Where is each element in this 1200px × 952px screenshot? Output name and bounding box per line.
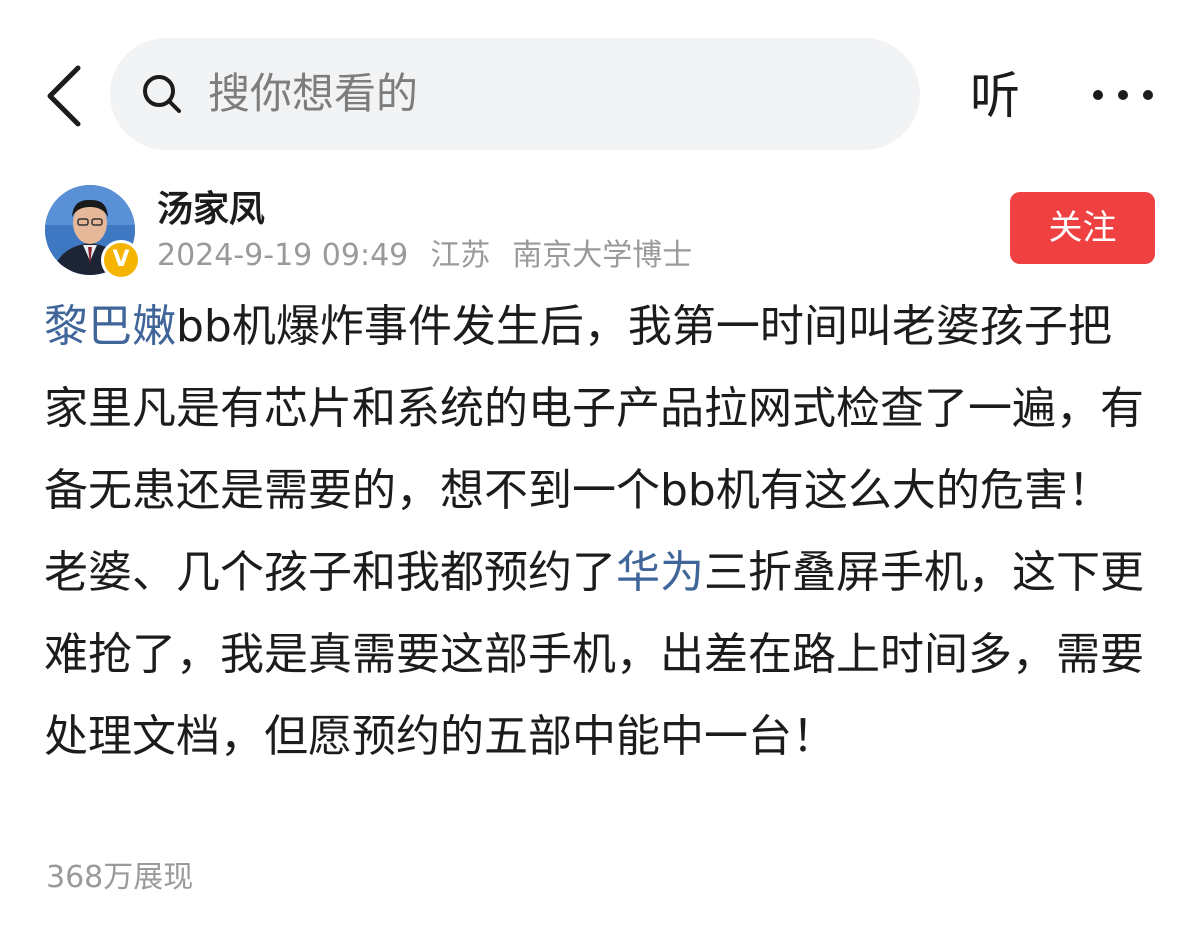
post-body: 黎巴嫩bb机爆炸事件发生后，我第一时间叫老婆孩子把家里凡是有芯片和系统的电子产品… <box>44 286 1154 778</box>
chevron-left-icon <box>47 65 81 127</box>
author-meta: 2024-9-19 09:49 江苏 南京大学博士 <box>157 236 714 276</box>
author-name[interactable]: 汤家凤 <box>157 188 265 232</box>
view-count: 368万展现 <box>46 860 194 895</box>
back-button[interactable] <box>38 58 94 134</box>
top-bar: 搜你想看的 听 <box>0 0 1200 180</box>
listen-button[interactable]: 听 <box>970 64 1020 128</box>
post-paragraph-2: 老婆、几个孩子和我都预约了华为三折叠屏手机，这下更难抢了，我是真需要这部手机，出… <box>44 532 1154 778</box>
post-date: 2024-9-19 09:49 <box>157 238 409 273</box>
more-icon <box>1093 90 1153 100</box>
author-location: 江苏 <box>430 238 491 273</box>
author-header: V 汤家凤 2024-9-19 09:49 江苏 南京大学博士 关注 <box>0 180 1200 280</box>
post-text-2a: 老婆、几个孩子和我都预约了 <box>44 547 616 598</box>
follow-button[interactable]: 关注 <box>1010 192 1155 264</box>
post-text-1: bb机爆炸事件发生后，我第一时间叫老婆孩子把家里凡是有芯片和系统的电子产品拉网式… <box>44 301 1144 516</box>
search-icon <box>143 75 181 113</box>
author-title: 南京大学博士 <box>512 238 693 273</box>
post-paragraph-1: 黎巴嫩bb机爆炸事件发生后，我第一时间叫老婆孩子把家里凡是有芯片和系统的电子产品… <box>44 286 1154 532</box>
topic-link-lebanon[interactable]: 黎巴嫩 <box>44 301 176 352</box>
search-placeholder: 搜你想看的 <box>208 69 419 118</box>
topic-link-huawei[interactable]: 华为 <box>616 547 704 598</box>
more-button[interactable] <box>1088 80 1158 110</box>
verified-icon: V <box>101 240 141 280</box>
search-input[interactable]: 搜你想看的 <box>110 38 920 150</box>
